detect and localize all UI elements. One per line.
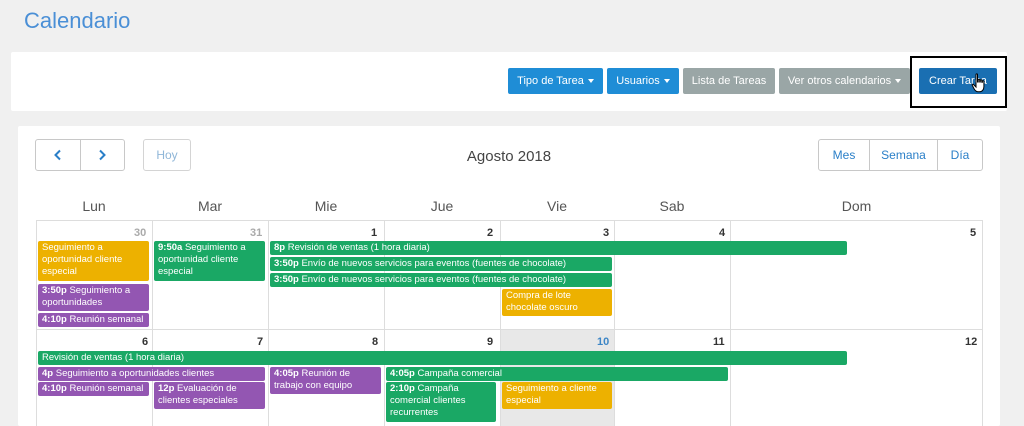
event-item[interactable]: Seguimiento a cliente especial [502, 382, 612, 409]
today-button[interactable]: Hoy [143, 139, 191, 171]
day-number: 2 [487, 227, 494, 239]
highlight-box [910, 56, 1007, 108]
day-number: 1 [371, 227, 378, 239]
day-number: 4 [719, 227, 726, 239]
page-title: Calendario [24, 8, 131, 33]
month-view-button[interactable]: Mes [819, 140, 869, 170]
event-item[interactable]: 3:50p Seguimiento a oportunidades [38, 284, 149, 311]
day-cell[interactable] [731, 221, 983, 330]
event-item[interactable]: 4:05p Campaña comercial [386, 367, 728, 381]
weekday-header: Lun [82, 198, 106, 214]
hand-cursor-icon [971, 73, 985, 93]
event-time: 4:10p [42, 314, 67, 325]
caret-down-icon [587, 79, 594, 84]
event-title: Reunión semanal [69, 314, 144, 325]
day-number-today: 10 [597, 336, 610, 348]
day-number: 7 [257, 336, 264, 348]
event-time: 4p [42, 368, 54, 379]
day-number: 3 [603, 227, 610, 239]
caret-down-icon [663, 79, 670, 84]
event-title: Revisión de ventas (1 hora diaria) [42, 352, 185, 363]
event-title: Envío de nuevos servicios para eventos (… [301, 258, 567, 269]
week-view-button[interactable]: Semana [869, 140, 937, 170]
event-time: 12p [158, 383, 175, 394]
event-time: 4:05p [390, 368, 415, 379]
day-number: 6 [142, 336, 149, 348]
task-list-label: Lista de Tareas [691, 75, 767, 87]
other-calendars-label: Ver otros calendarios [787, 75, 892, 87]
weekday-header: Dom [841, 198, 872, 214]
day-number: 31 [250, 227, 263, 239]
day-number: 30 [134, 227, 147, 239]
event-item[interactable]: Revisión de ventas (1 hora diaria) [38, 351, 847, 365]
event-time: 8p [274, 242, 286, 253]
users-label: Usuarios [616, 75, 660, 87]
event-item[interactable]: 2:10p Campaña comercial clientes recurre… [386, 382, 496, 422]
day-cell[interactable] [615, 221, 731, 330]
event-item[interactable]: 9:50a Seguimiento a oportunidad cliente … [154, 241, 265, 281]
event-title: Seguimiento a oportunidades clientes esp… [42, 368, 215, 381]
event-time: 3:50p [274, 258, 299, 269]
weekday-header: Vie [547, 198, 567, 214]
event-item[interactable]: 4:10p Reunión semanal [38, 382, 149, 396]
event-item[interactable]: 3:50p Envío de nuevos servicios para eve… [270, 257, 612, 271]
event-time: 4:10p [42, 383, 67, 394]
event-title: Campaña comercial [417, 368, 502, 379]
nav-button-group [35, 139, 125, 171]
event-title: Seguimiento a oportunidad cliente especi… [42, 242, 123, 277]
event-time: 9:50a [158, 242, 183, 253]
event-item[interactable]: 8p Revisión de ventas (1 hora diaria) [270, 241, 847, 255]
event-title: Compra de lote chocolate oscuro [506, 290, 578, 313]
prev-button[interactable] [36, 140, 80, 170]
event-time: 4:05p [274, 368, 299, 379]
event-item[interactable]: 4:10p Reunión semanal [38, 313, 149, 327]
event-item[interactable]: 12p Evaluación de clientes especiales [154, 382, 265, 409]
event-item[interactable]: 4p Seguimiento a oportunidades clientes … [38, 367, 265, 381]
day-number: 12 [965, 336, 978, 348]
event-title: Revisión de ventas (1 hora diaria) [287, 242, 430, 253]
month-title: Agosto 2018 [466, 148, 552, 165]
other-calendars-dropdown[interactable]: Ver otros calendarios [779, 68, 910, 94]
chevron-right-icon [99, 149, 107, 161]
day-number: 8 [372, 336, 379, 348]
weekday-header: Sab [659, 198, 685, 214]
event-item[interactable]: 4:05p Reunión de trabajo con equipo [270, 367, 381, 394]
day-number: 11 [713, 336, 725, 348]
view-button-group: Mes Semana Día [818, 139, 983, 171]
event-time: 3:50p [42, 285, 67, 296]
event-time: 2:10p [390, 383, 415, 394]
weekday-header: Jue [430, 198, 454, 214]
task-list-button[interactable]: Lista de Tareas [683, 68, 775, 94]
weekday-header: Mie [314, 198, 338, 214]
event-time: 3:50p [274, 274, 299, 285]
day-cell[interactable] [731, 330, 983, 426]
event-title: Envío de nuevos servicios para eventos (… [301, 274, 567, 285]
day-number: 5 [970, 227, 977, 239]
day-number: 9 [487, 336, 494, 348]
next-button[interactable] [79, 140, 125, 170]
event-title: Reunión semanal [69, 383, 144, 394]
event-item[interactable]: 3:50p Envío de nuevos servicios para eve… [270, 273, 612, 287]
weekday-header: Mar [197, 198, 223, 214]
users-dropdown[interactable]: Usuarios [607, 68, 679, 94]
event-title: Seguimiento a cliente especial [506, 383, 597, 406]
caret-down-icon [895, 79, 902, 84]
task-type-dropdown[interactable]: Tipo de Tarea [508, 68, 603, 94]
chevron-left-icon [53, 149, 61, 161]
event-item[interactable]: Seguimiento a oportunidad cliente especi… [38, 241, 149, 281]
task-type-label: Tipo de Tarea [517, 75, 584, 87]
day-view-button[interactable]: Día [937, 140, 982, 170]
event-item[interactable]: Compra de lote chocolate oscuro [502, 289, 612, 316]
